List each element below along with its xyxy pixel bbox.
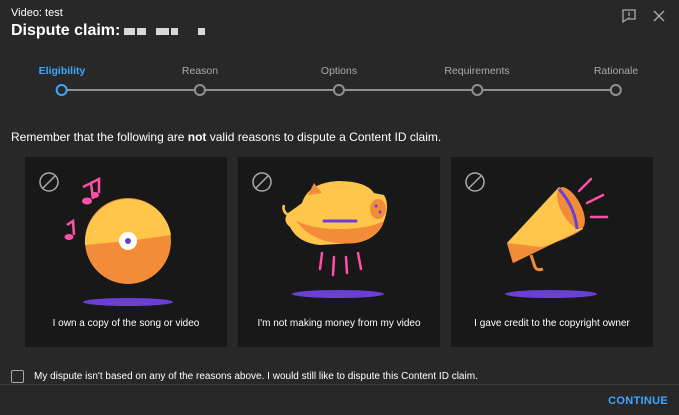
step-label: Requirements bbox=[444, 65, 510, 77]
step-dot bbox=[193, 84, 206, 96]
notice-suffix: valid reasons to dispute a Content ID cl… bbox=[206, 130, 442, 144]
step-dot bbox=[471, 84, 483, 96]
card-caption: I own a copy of the song or video bbox=[52, 318, 200, 329]
redacted-block bbox=[124, 27, 136, 35]
top-icons bbox=[621, 8, 667, 24]
card-caption: I gave credit to the copyright owner bbox=[474, 318, 630, 329]
step-requirements[interactable]: Requirements bbox=[444, 64, 510, 96]
stepper: Eligibility Reason Options Requirements … bbox=[0, 64, 679, 104]
dispute-anyway-checkbox[interactable] bbox=[11, 370, 24, 383]
notice-prefix: Remember that the following are bbox=[11, 130, 188, 144]
step-label: Reason bbox=[181, 65, 219, 77]
step-dot bbox=[55, 84, 68, 96]
card-gave-credit: I gave credit to the copyright owner bbox=[451, 157, 653, 347]
not-allowed-icon bbox=[39, 172, 59, 192]
dialog-title: Dispute claim: bbox=[11, 22, 121, 39]
dispute-anyway-row[interactable]: My dispute isn't based on any of the rea… bbox=[11, 370, 478, 383]
step-options[interactable]: Options bbox=[321, 64, 357, 96]
card-caption: I'm not making money from my video bbox=[257, 318, 421, 329]
step-eligibility[interactable]: Eligibility bbox=[38, 64, 86, 96]
not-allowed-icon bbox=[252, 172, 272, 192]
continue-button[interactable]: CONTINUE bbox=[608, 395, 668, 407]
dispute-anyway-label[interactable]: My dispute isn't based on any of the rea… bbox=[34, 371, 478, 382]
video-label: Video: test bbox=[11, 7, 63, 19]
card-not-making-money: I'm not making money from my video bbox=[238, 157, 440, 347]
card-own-copy: I own a copy of the song or video bbox=[25, 157, 227, 347]
redacted-block bbox=[156, 27, 170, 35]
step-label: Eligibility bbox=[38, 65, 86, 77]
notice-text: Remember that the following are not vali… bbox=[11, 130, 441, 144]
not-allowed-icon bbox=[465, 172, 485, 192]
step-dot bbox=[610, 84, 622, 96]
notice-emphasis: not bbox=[187, 130, 207, 144]
feedback-icon[interactable] bbox=[621, 8, 637, 24]
step-dot bbox=[333, 84, 345, 96]
close-icon[interactable] bbox=[651, 8, 667, 24]
step-rationale[interactable]: Rationale bbox=[594, 64, 638, 96]
title-row: Dispute claim: bbox=[11, 21, 206, 41]
step-reason[interactable]: Reason bbox=[182, 64, 218, 96]
step-label: Options bbox=[320, 65, 358, 77]
redacted-block bbox=[198, 27, 206, 35]
footer-divider bbox=[0, 384, 679, 385]
redacted-block bbox=[137, 27, 147, 35]
step-label: Rationale bbox=[593, 65, 639, 77]
invalid-reasons-cards: I own a copy of the song or video I'm no… bbox=[25, 157, 653, 347]
redacted-block bbox=[171, 27, 179, 35]
dialog-header: Video: test Dispute claim: bbox=[11, 6, 206, 41]
